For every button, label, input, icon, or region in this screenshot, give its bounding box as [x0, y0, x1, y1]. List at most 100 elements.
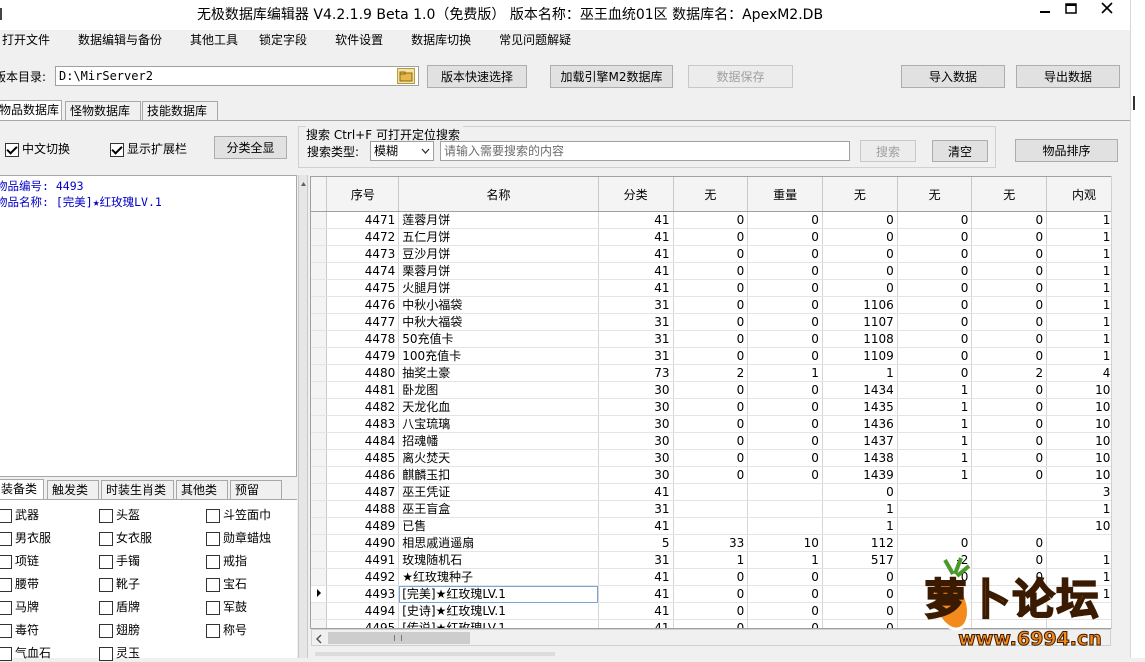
column-header[interactable]: 名称: [398, 177, 599, 212]
table-cell[interactable]: 0: [971, 347, 1048, 365]
cell-id[interactable]: 4494: [326, 602, 400, 620]
table-cell[interactable]: 0: [822, 619, 898, 628]
table-cell[interactable]: 41: [598, 568, 674, 586]
search-button[interactable]: 搜索: [860, 140, 916, 162]
table-cell[interactable]: 0: [822, 245, 898, 263]
row-indicator[interactable]: [311, 313, 328, 331]
scroll-thumb[interactable]: [328, 632, 470, 644]
category-checkbox[interactable]: 女衣服: [99, 529, 152, 547]
table-row[interactable]: 4473豆沙月饼410000013: [311, 245, 1122, 263]
table-cell[interactable]: 0: [747, 279, 823, 297]
table-cell[interactable]: 0: [971, 262, 1048, 280]
cell-name[interactable]: 已售: [398, 517, 599, 535]
cell-id[interactable]: 4475: [326, 279, 400, 297]
table-cell[interactable]: 1438: [822, 449, 898, 467]
table-cell[interactable]: [971, 483, 1048, 501]
row-indicator[interactable]: [311, 262, 328, 280]
table-cell[interactable]: [673, 500, 749, 518]
table-cell[interactable]: 30: [598, 381, 674, 399]
table-row[interactable]: 4484 招魂幡 30 0 0 1437 1 0 106: [311, 432, 1122, 450]
table-cell[interactable]: 1: [897, 415, 973, 433]
table-cell[interactable]: 0: [971, 313, 1048, 331]
table-cell[interactable]: 1435: [822, 398, 898, 416]
show-ext-checkbox[interactable]: 显示扩展栏: [110, 140, 187, 157]
folder-icon[interactable]: [397, 68, 415, 84]
table-cell[interactable]: 2: [971, 364, 1048, 382]
table-cell[interactable]: 0: [897, 296, 973, 314]
table-cell[interactable]: 0: [747, 347, 823, 365]
row-indicator[interactable]: [311, 483, 328, 501]
row-indicator[interactable]: [311, 585, 328, 603]
category-checkbox[interactable]: 宝石: [206, 575, 247, 593]
table-cell[interactable]: 31: [598, 296, 674, 314]
table-cell[interactable]: 73: [598, 364, 674, 382]
table-cell[interactable]: 0: [897, 364, 973, 382]
table-cell[interactable]: 1434: [822, 381, 898, 399]
table-cell[interactable]: 0: [747, 211, 823, 229]
table-cell[interactable]: 0: [897, 347, 973, 365]
cell-name[interactable]: 中秋大福袋: [398, 313, 599, 331]
cell-id[interactable]: 4477: [326, 313, 400, 331]
table-cell[interactable]: 31: [598, 313, 674, 331]
cell-name[interactable]: 中秋小福袋: [398, 296, 599, 314]
table-cell[interactable]: 1: [822, 500, 898, 518]
cell-id[interactable]: 4474: [326, 262, 400, 280]
table-cell[interactable]: 0: [822, 568, 898, 586]
table-cell[interactable]: 30: [598, 449, 674, 467]
cell-name[interactable]: 莲蓉月饼: [398, 211, 599, 229]
table-cell[interactable]: 1: [897, 466, 973, 484]
table-cell[interactable]: 0: [747, 228, 823, 246]
cell-id[interactable]: 4479: [326, 347, 400, 365]
table-row[interactable]: 4487巫王凭证41037: [311, 483, 1122, 501]
table-cell[interactable]: 517: [822, 551, 898, 569]
table-cell[interactable]: 0: [897, 211, 973, 229]
table-cell[interactable]: 0: [673, 466, 749, 484]
menu-faq[interactable]: 常见问题解疑: [491, 30, 579, 50]
row-indicator[interactable]: [311, 432, 328, 450]
row-indicator[interactable]: [311, 211, 328, 229]
table-cell[interactable]: 1109: [822, 347, 898, 365]
category-checkbox[interactable]: 称号: [206, 621, 247, 639]
table-cell[interactable]: 2: [673, 364, 749, 382]
menu-lock-fields[interactable]: 锁定字段: [251, 30, 315, 50]
table-row[interactable]: 4477中秋大福袋310011070016: [311, 313, 1122, 331]
cell-name[interactable]: [传说]★红玫瑰LV.1: [398, 619, 599, 628]
table-cell[interactable]: 1: [822, 364, 898, 382]
table-cell[interactable]: 0: [673, 449, 749, 467]
cell-name[interactable]: 抽奖土豪: [398, 364, 599, 382]
row-indicator[interactable]: [311, 534, 328, 552]
table-cell[interactable]: 0: [822, 585, 898, 603]
table-cell[interactable]: 0: [673, 619, 749, 628]
table-cell[interactable]: 0: [673, 228, 749, 246]
category-checkbox[interactable]: 马牌: [0, 598, 39, 616]
table-cell[interactable]: 0: [971, 466, 1048, 484]
category-checkbox[interactable]: 斗笠面巾: [206, 506, 271, 524]
table-row[interactable]: 4479100充值卡310011090012: [311, 347, 1122, 365]
table-cell[interactable]: 1: [897, 398, 973, 416]
category-checkbox[interactable]: 毒符: [0, 621, 39, 639]
row-indicator[interactable]: [311, 619, 328, 628]
table-cell[interactable]: 0: [673, 398, 749, 416]
table-cell[interactable]: 0: [822, 228, 898, 246]
table-cell[interactable]: 0: [747, 602, 823, 620]
cell-id[interactable]: 4489: [326, 517, 400, 535]
table-cell[interactable]: 0: [673, 245, 749, 263]
table-cell[interactable]: 41: [598, 585, 674, 603]
table-cell[interactable]: 0: [971, 296, 1048, 314]
cell-id[interactable]: 4486: [326, 466, 400, 484]
menu-settings[interactable]: 软件设置: [327, 30, 391, 50]
cell-id[interactable]: 4483: [326, 415, 400, 433]
table-cell[interactable]: [971, 500, 1048, 518]
tab-other[interactable]: 其他类: [176, 480, 228, 500]
tab-fashion-zodiac[interactable]: 时装生肖类: [101, 480, 174, 500]
tab-item-db[interactable]: 物品数据库: [0, 100, 62, 120]
minimize-icon[interactable]: [1032, 0, 1058, 24]
tab-reserved[interactable]: 预留: [230, 480, 282, 500]
table-cell[interactable]: 0: [673, 262, 749, 280]
search-input[interactable]: 请输入需要搜索的内容: [440, 141, 850, 161]
category-checkbox[interactable]: 戒指: [206, 552, 247, 570]
table-cell[interactable]: 0: [673, 415, 749, 433]
column-header[interactable]: 分类: [598, 177, 674, 212]
path-input[interactable]: D:\MirServer2: [55, 66, 419, 86]
category-checkbox[interactable]: 翅膀: [99, 621, 140, 639]
